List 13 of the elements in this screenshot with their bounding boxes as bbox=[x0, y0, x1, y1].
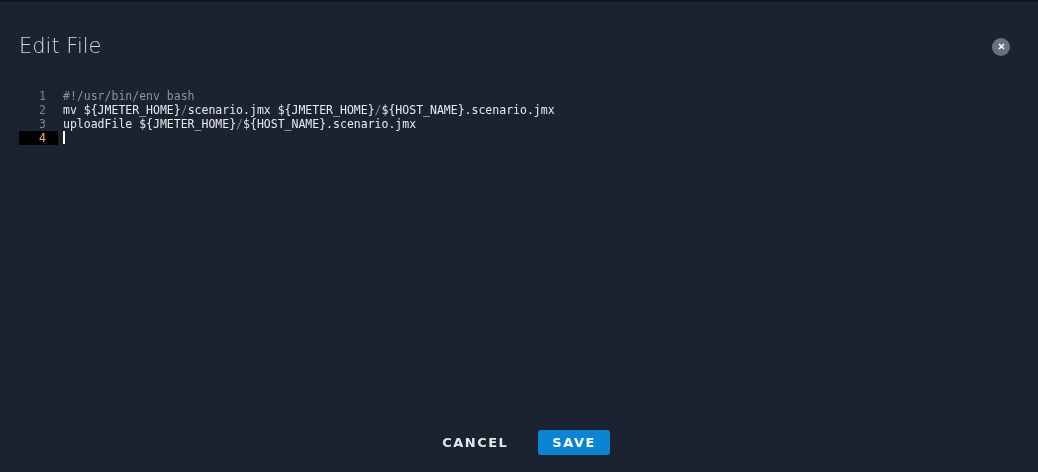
close-icon bbox=[997, 43, 1005, 51]
line-number: 3 bbox=[38, 117, 47, 132]
save-button[interactable]: SAVE bbox=[538, 429, 610, 455]
code-line: #!/usr/bin/env bash bbox=[63, 89, 195, 104]
line-number: 2 bbox=[38, 103, 47, 118]
line-number: 1 bbox=[38, 89, 47, 104]
code-line: uploadFile ${JMETER_HOME}/${HOST_NAME}.scenario.jmx bbox=[63, 117, 417, 132]
code-line: mv ${JMETER_HOME}/scenario.jmx ${JMETER_HOME}/${HOST_NAME}.scenario.jmx bbox=[63, 103, 555, 118]
cancel-button[interactable]: CANCEL bbox=[428, 429, 523, 455]
text-cursor bbox=[63, 131, 65, 145]
dialog-title: Edit File bbox=[19, 34, 102, 60]
line-number: 4 bbox=[19, 131, 58, 146]
close-button[interactable] bbox=[992, 37, 1010, 56]
